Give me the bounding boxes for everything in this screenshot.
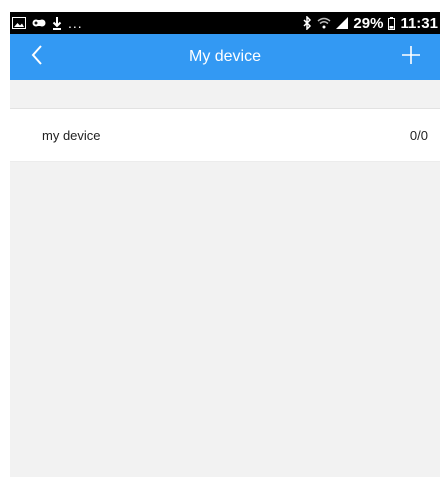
download-icon [52,16,62,30]
status-right: 29% 11:31 [303,15,440,32]
device-row[interactable]: my device 0/0 [10,109,440,162]
notification-overflow: ... [68,15,83,31]
device-name: my device [42,127,101,143]
status-bar: ... 29% 11:31 [10,12,440,34]
section-spacer [10,80,440,109]
controller-icon [32,17,46,29]
status-left: ... [10,15,83,31]
content-area: my device 0/0 [10,80,440,477]
signal-icon [336,17,349,29]
page-title: My device [188,48,262,65]
add-device-button[interactable] [396,42,426,72]
plus-icon [401,45,421,70]
wifi-icon [317,17,331,29]
device-count: 0/0 [409,127,428,143]
app-header: My device [10,34,440,80]
clock: 11:31 [400,14,438,32]
battery-percent: 29% [353,14,384,32]
battery-icon [388,16,396,30]
image-icon [12,17,26,29]
screen: ... 29% 11:31 My device my device 0/0 [0,0,440,477]
bluetooth-icon [303,16,312,30]
